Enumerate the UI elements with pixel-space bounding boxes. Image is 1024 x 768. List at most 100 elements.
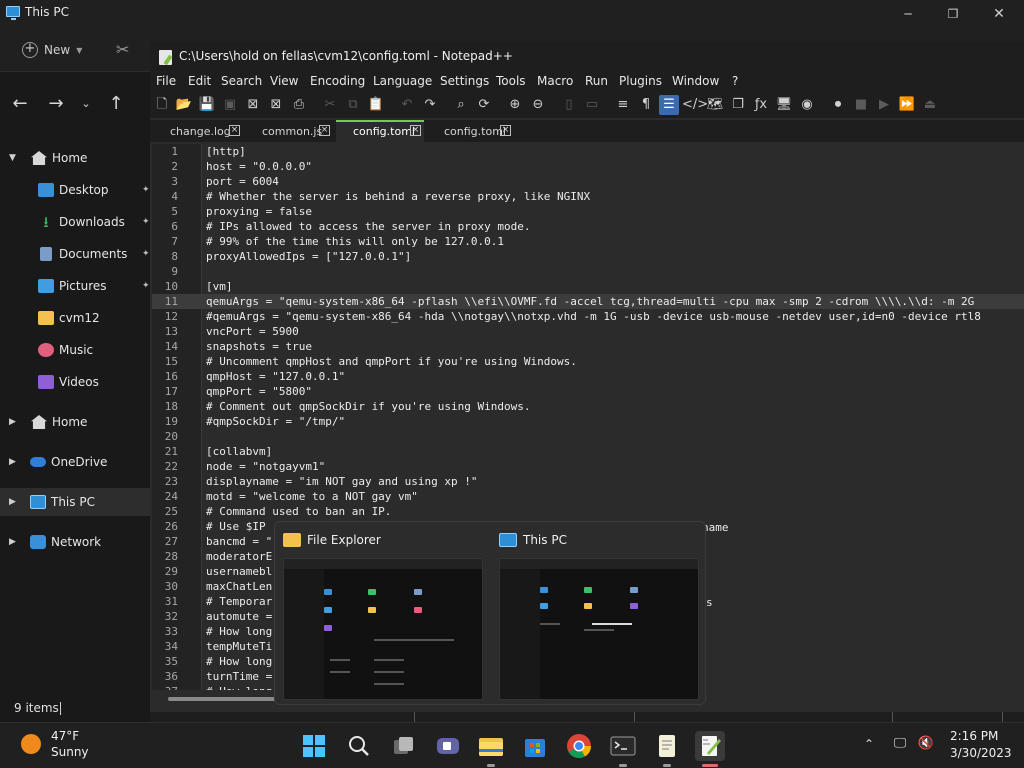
weather-condition[interactable]: Sunny xyxy=(51,745,89,759)
code-line[interactable]: 5 proxying = false xyxy=(152,204,1024,219)
tab-common-js[interactable]: common.js × xyxy=(246,120,334,142)
code-line[interactable]: 13 vncPort = 5900 xyxy=(152,324,1024,339)
sidebar-item-videos[interactable]: Videos xyxy=(0,368,150,396)
code-line[interactable]: 9 xyxy=(152,264,1024,279)
code-line[interactable]: 8 proxyAllowedIps = ["127.0.0.1"] xyxy=(152,249,1024,264)
terminal-icon[interactable] xyxy=(608,731,638,767)
open-file-icon[interactable]: 📂 xyxy=(174,95,194,115)
store-icon[interactable] xyxy=(520,731,550,761)
close-tab-icon[interactable]: × xyxy=(410,125,421,136)
function-list-icon[interactable]: ƒx xyxy=(751,95,771,115)
tab-config-toml[interactable]: config.toml × xyxy=(426,120,518,142)
menu-encoding[interactable]: Encoding xyxy=(310,74,365,88)
indent-guide-icon[interactable]: ☰ xyxy=(659,95,679,115)
menu-macro[interactable]: Macro xyxy=(537,74,573,88)
sun-icon[interactable] xyxy=(21,734,41,754)
chrome-icon[interactable] xyxy=(564,731,594,761)
show-hidden-icons-button[interactable]: ⌃ xyxy=(864,737,874,751)
forward-button[interactable]: → xyxy=(44,92,68,116)
menu-search[interactable]: Search xyxy=(221,74,262,88)
close-file-icon[interactable]: ⊠ xyxy=(243,95,263,115)
run-macro-multiple-icon[interactable]: ⏩ xyxy=(897,95,917,115)
sidebar-item-network[interactable]: ▶ Network xyxy=(0,528,150,556)
sync-vertical-icon[interactable]: ▯ xyxy=(559,95,579,115)
notepad-icon[interactable] xyxy=(652,731,682,767)
sidebar-item-onedrive[interactable]: ▶ OneDrive xyxy=(0,448,150,476)
undo-icon[interactable]: ↶ xyxy=(397,95,417,115)
cut-icon[interactable]: ✂ xyxy=(116,40,129,59)
teams-icon[interactable] xyxy=(433,731,463,761)
back-button[interactable]: ← xyxy=(8,92,32,116)
find-icon[interactable]: ⌕ xyxy=(451,95,471,115)
code-line[interactable]: 18 # Comment out qmpSockDir if you're usi… xyxy=(152,399,1024,414)
save-icon[interactable]: 💾 xyxy=(197,95,217,115)
chevron-right-icon[interactable]: ▶ xyxy=(9,537,16,547)
zoom-out-icon[interactable]: ⊖ xyxy=(528,95,548,115)
recent-locations-button[interactable]: ⌄ xyxy=(74,92,98,116)
menu-plugins[interactable]: Plugins xyxy=(619,74,662,88)
chevron-down-icon[interactable]: ▼ xyxy=(9,153,16,163)
task-view-icon[interactable] xyxy=(389,731,419,761)
code-line[interactable]: 6 # IPs allowed to access the server in p… xyxy=(152,219,1024,234)
menu-language[interactable]: Language xyxy=(373,74,432,88)
code-line[interactable]: 20 xyxy=(152,429,1024,444)
close-button[interactable]: ✕ xyxy=(976,2,1022,26)
code-line[interactable]: 21 [collabvm] xyxy=(152,444,1024,459)
volume-muted-icon[interactable]: 🔇 xyxy=(917,736,935,754)
code-line[interactable]: 10 [vm] xyxy=(152,279,1024,294)
show-all-chars-icon[interactable]: ¶ xyxy=(636,95,656,115)
menu-view[interactable]: View xyxy=(270,74,298,88)
close-tab-icon[interactable]: × xyxy=(500,125,511,136)
document-map-icon[interactable]: 🗺 xyxy=(705,95,725,115)
new-file-icon[interactable]: 🗋 xyxy=(152,95,172,115)
code-line[interactable]: 15 # Uncomment qmpHost and qmpPort if you… xyxy=(152,354,1024,369)
menu-settings[interactable]: Settings xyxy=(440,74,489,88)
sync-horizontal-icon[interactable]: ▭ xyxy=(582,95,602,115)
chevron-right-icon[interactable]: ▶ xyxy=(9,417,16,427)
play-macro-icon[interactable]: ▶ xyxy=(874,95,894,115)
folder-workspace-icon[interactable]: 🖥 xyxy=(774,95,794,115)
sidebar-item-music[interactable]: Music xyxy=(0,336,150,364)
notepadpp-icon[interactable] xyxy=(695,731,725,767)
code-line[interactable]: 1 [http] xyxy=(152,144,1024,159)
file-explorer-icon[interactable] xyxy=(476,731,506,767)
tab-change-log[interactable]: change.log × xyxy=(152,120,244,142)
code-line[interactable]: 11 qemuArgs = "qemu-system-x86_64 -pflash… xyxy=(152,294,1024,309)
code-line[interactable]: 7 # 99% of the time this will only be 127… xyxy=(152,234,1024,249)
menu-help[interactable]: ? xyxy=(732,74,738,88)
replace-icon[interactable]: ⟳ xyxy=(474,95,494,115)
sidebar-item-cvm12[interactable]: cvm12 xyxy=(0,304,150,332)
sidebar-item-desktop[interactable]: Desktop ✦ xyxy=(0,176,150,204)
maximize-button[interactable]: ❐ xyxy=(930,2,976,26)
sidebar-item-home-2[interactable]: ▶ Home xyxy=(0,408,150,436)
close-all-icon[interactable]: ⊠ xyxy=(266,95,286,115)
sidebar-item-home[interactable]: ▼ Home xyxy=(0,144,150,172)
menu-run[interactable]: Run xyxy=(585,74,608,88)
clock-time[interactable]: 2:16 PM xyxy=(950,729,998,743)
clock-date[interactable]: 3/30/2023 xyxy=(950,746,1012,760)
code-line[interactable]: 23 displayname = "im NOT gay and using xp… xyxy=(152,474,1024,489)
sidebar-item-pictures[interactable]: Pictures ✦ xyxy=(0,272,150,300)
user-language-icon[interactable]: </> xyxy=(682,95,708,115)
scrollbar-thumb[interactable] xyxy=(168,697,288,701)
save-all-icon[interactable]: ▣ xyxy=(220,95,240,115)
redo-icon[interactable]: ↷ xyxy=(420,95,440,115)
copy-icon[interactable]: ⧉ xyxy=(343,95,363,115)
search-icon[interactable] xyxy=(344,731,374,761)
chevron-right-icon[interactable]: ▶ xyxy=(9,497,16,507)
code-line[interactable]: 17 qmpPort = "5800" xyxy=(152,384,1024,399)
code-line[interactable]: 25 # Command used to ban an IP. xyxy=(152,504,1024,519)
save-macro-icon[interactable]: ⏏ xyxy=(920,95,940,115)
weather-temperature[interactable]: 47°F xyxy=(51,729,79,743)
document-list-icon[interactable]: ❐ xyxy=(728,95,748,115)
code-line[interactable]: 16 qmpHost = "127.0.0.1" xyxy=(152,369,1024,384)
preview-this-pc[interactable]: This PC xyxy=(491,522,707,706)
paste-icon[interactable]: 📋 xyxy=(366,95,386,115)
menu-file[interactable]: File xyxy=(156,74,176,88)
new-button[interactable]: + New ▼ xyxy=(16,38,88,62)
code-line[interactable]: 4 # Whether the server is behind a revers… xyxy=(152,189,1024,204)
close-tab-icon[interactable]: × xyxy=(319,125,330,136)
monitoring-icon[interactable]: ◉ xyxy=(797,95,817,115)
code-line[interactable]: 19 #qmpSockDir = "/tmp/" xyxy=(152,414,1024,429)
close-tab-icon[interactable]: × xyxy=(229,125,240,136)
